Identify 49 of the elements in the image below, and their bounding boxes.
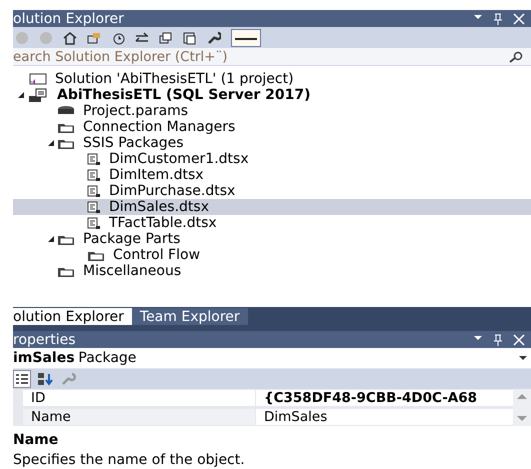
home-icon[interactable] [63,30,77,44]
close-icon[interactable] [513,12,525,24]
search-icon[interactable] [509,50,523,62]
object-selector[interactable]: imSales Package [13,350,136,366]
package-icon [87,168,101,182]
tree-item-label: AbiThesisETL (SQL Server 2017) [57,87,310,103]
tree-item-label: Connection Managers [83,119,236,135]
expanded-icon[interactable] [17,91,25,99]
categorized-icon[interactable] [13,370,31,388]
pending-changes-icon[interactable] [111,30,125,44]
pin-icon[interactable] [493,334,503,346]
tree-item-label: DimSales.dtsx [109,199,209,215]
expanded-icon[interactable] [47,139,55,147]
property-value[interactable]: {C358DF48-9CBB-4D0C-A68 [256,390,513,406]
expanded-icon[interactable] [47,235,55,243]
description-title: Name [13,432,60,448]
tree-item-label: DimCustomer1.dtsx [109,151,249,167]
sort-alphabetical-icon[interactable] [37,372,55,386]
property-value[interactable]: DimSales [256,408,513,424]
project-icon [27,88,49,102]
tree-item-label: Miscellaneous [83,263,182,279]
tree-item-label: Project.params [83,103,188,119]
description-text: Specifies the name of the object. [13,452,246,468]
solution-icon [27,72,47,86]
tree-item-label: TFactTable.dtsx [109,215,217,231]
tree-item-label: DimPurchase.dtsx [109,183,236,199]
property-name: Name [23,408,255,424]
package-icon [87,184,101,198]
property-name: ID [23,390,255,406]
cube-icon [57,105,75,117]
package-icon [87,200,101,214]
tree-item-label: Package Parts [83,231,180,247]
swap-icon[interactable] [135,30,149,44]
panel-tab[interactable]: olution Explorer [13,308,132,325]
package-icon [87,152,101,166]
tree-item-label: DimItem.dtsx [109,167,204,183]
panel-title: olution Explorer [13,10,124,26]
tree-item-label: Solution 'AbiThesisETL' (1 project) [55,71,294,87]
panel-title: roperties [13,332,76,348]
tree-item-label: SSIS Packages [83,135,184,151]
package-icon [87,216,101,230]
dropdown-icon[interactable] [473,12,483,20]
dropdown-icon[interactable] [519,355,527,361]
panel-tab[interactable]: Team Explorer [132,308,248,325]
copy-icon[interactable] [183,30,197,44]
pin-icon[interactable] [493,12,503,24]
close-icon[interactable] [513,334,525,346]
tree-item-label: Control Flow [113,247,200,263]
dropdown-icon[interactable] [473,334,483,342]
